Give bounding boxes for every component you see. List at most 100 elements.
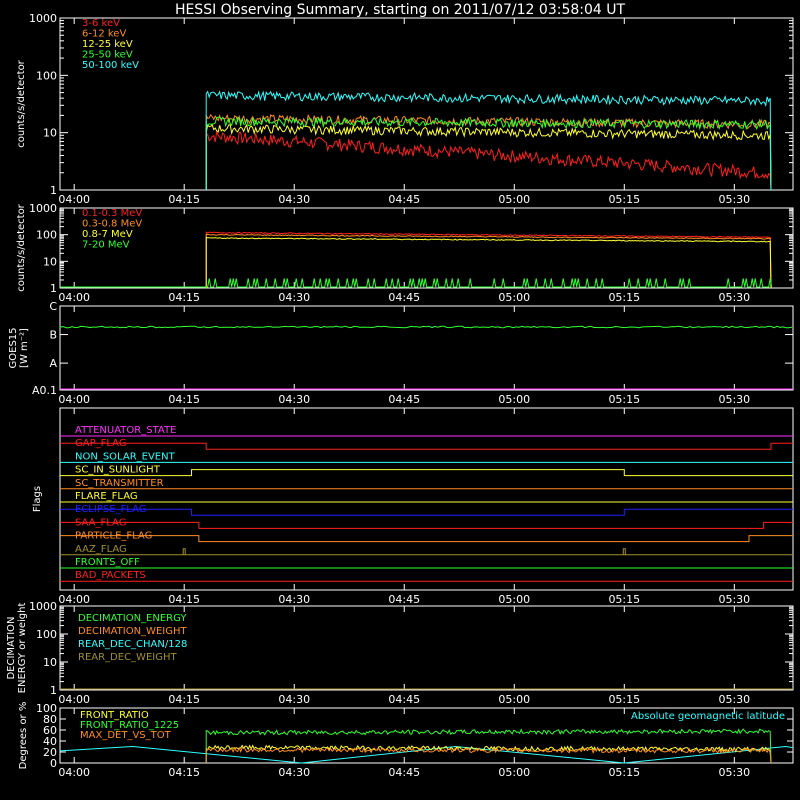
panel_goes: 04:00 04:15 04:30 04:45 05:00 05:15 05:30 A0.1 A… — [8, 300, 794, 406]
x-tick-label: 04:30 — [278, 766, 310, 779]
legend-entry: 0.1-0.3 MeV — [82, 208, 142, 219]
flag-label: AAZ_FLAG — [75, 544, 127, 555]
flag-label: SC_TRANSMITTER — [75, 478, 164, 489]
flag-line — [60, 548, 793, 556]
x-tick-label: 05:30 — [718, 193, 750, 206]
series-line — [205, 744, 772, 764]
plot-frame — [59, 305, 794, 391]
series-line — [205, 728, 772, 764]
legend-entry: 12-25 keV — [82, 39, 133, 50]
x-tick-label: 05:15 — [608, 193, 640, 206]
y-tick-label: 1000 — [29, 202, 57, 215]
legend-entry: 25-50 keV — [82, 50, 133, 61]
x-tick-label: 05:15 — [608, 766, 640, 779]
x-tick-label: 04:00 — [58, 766, 90, 779]
x-tick-label: 04:30 — [278, 693, 310, 706]
panel_high: 04:00 04:15 04:30 04:45 05:00 05:15 05:30 1 10 10… — [16, 202, 794, 304]
flag-line — [60, 521, 793, 529]
panel_decim: 04:00 04:15 04:30 04:45 05:00 05:15 05:30 1 10 10… — [6, 600, 794, 706]
flag-label: FRONTS_OFF — [75, 557, 140, 568]
chart-title: HESSI Observing Summary, starting on 201… — [175, 2, 626, 18]
flag-label: NON_SOLAR_EVENT — [75, 451, 176, 462]
x-tick-label: 05:15 — [608, 693, 640, 706]
x-tick-label: 05:00 — [498, 193, 530, 206]
legend-entry: 0.3-0.8 MeV — [82, 219, 142, 230]
legend-entry: 3-6 keV — [82, 18, 120, 29]
series-line — [205, 90, 772, 191]
y-tick-label: C — [49, 300, 57, 313]
y-axis-label: Degrees or % — [18, 702, 29, 770]
y-tick-label: 100 — [36, 69, 57, 82]
y-tick-label: 100 — [36, 702, 57, 715]
x-tick-label: 04:45 — [388, 593, 420, 606]
series-line — [60, 278, 773, 288]
legend-entry: REAR_DEC_WEIGHT — [78, 652, 177, 663]
y-tick-label: 10 — [43, 127, 57, 140]
y-axis-label: counts/s/detector — [16, 203, 27, 291]
x-tick-label: 04:00 — [58, 291, 90, 304]
legend-entry: 0.8-7 MeV — [82, 229, 133, 240]
x-tick-label: 04:45 — [388, 193, 420, 206]
plot-frame — [59, 207, 794, 289]
x-tick-label: 04:30 — [278, 393, 310, 406]
flag-label: SC_IN_SUNLIGHT — [75, 465, 161, 476]
legend-entry: DECIMATION_ENERGY — [78, 613, 187, 624]
legend-entry: REAR_DEC_CHAN/128 — [78, 639, 187, 650]
y-tick-label: A0.1 — [32, 384, 57, 397]
x-tick-label: 05:15 — [608, 291, 640, 304]
observing-summary-chart: HESSI Observing Summary, starting on 201… — [6, 2, 794, 779]
x-tick-label: 04:30 — [278, 593, 310, 606]
x-tick-label: 05:00 — [498, 291, 530, 304]
legend-entry: 7-20 MeV — [82, 240, 130, 251]
x-tick-label: 04:00 — [58, 693, 90, 706]
series-line — [205, 233, 772, 289]
x-tick-label: 04:45 — [388, 291, 420, 304]
x-tick-label: 04:45 — [388, 393, 420, 406]
flag-line — [60, 535, 793, 543]
x-tick-label: 04:00 — [58, 393, 90, 406]
y-tick-label: A — [49, 357, 57, 370]
x-tick-label: 04:30 — [278, 291, 310, 304]
series-line — [205, 123, 772, 191]
series-line — [205, 113, 772, 191]
x-tick-label: 04:30 — [278, 193, 310, 206]
flag-line — [60, 469, 793, 477]
annotation: Absolute geomagnetic latitude — [631, 711, 785, 722]
series-line — [205, 129, 772, 191]
y-tick-label: 1000 — [29, 12, 57, 25]
x-tick-label: 04:15 — [168, 693, 200, 706]
y-tick-label: 100 — [36, 229, 57, 242]
x-tick-label: 04:15 — [168, 291, 200, 304]
x-tick-label: 05:15 — [608, 593, 640, 606]
x-tick-label: 05:30 — [718, 766, 750, 779]
flag-label: ATTENUATOR_STATE — [75, 425, 176, 436]
flag-label: BAD_PACKETS — [75, 570, 146, 581]
y-tick-label: 1 — [50, 282, 57, 295]
legend-entry: 50-100 keV — [82, 60, 139, 71]
x-tick-label: 04:45 — [388, 766, 420, 779]
x-tick-label: 05:15 — [608, 393, 640, 406]
y-tick-label: 100 — [36, 628, 57, 641]
panel_flags: 04:00 04:15 04:30 04:45 05:00 05:15 05:30 Flags… — [32, 407, 794, 606]
series-line — [205, 116, 772, 191]
x-tick-label: 04:15 — [168, 766, 200, 779]
y-axis-label: Flags — [32, 486, 43, 512]
x-tick-label: 05:30 — [718, 593, 750, 606]
series-line — [59, 325, 793, 329]
x-tick-label: 04:15 — [168, 593, 200, 606]
panel_ratio: 04:00 04:15 04:30 04:45 05:00 05:15 05:3002040… — [18, 702, 794, 779]
y-tick-label: 10 — [43, 656, 57, 669]
x-tick-label: 05:30 — [718, 393, 750, 406]
flag-line — [60, 508, 793, 516]
y-tick-label: 10 — [43, 255, 57, 268]
x-tick-label: 04:15 — [168, 393, 200, 406]
x-tick-label: 05:30 — [718, 693, 750, 706]
y-axis-label: DECIMATIONENERGY or weight — [6, 603, 28, 694]
y-tick-label: 1 — [50, 684, 57, 697]
y-tick-label: 1 — [50, 184, 57, 197]
x-tick-label: 05:00 — [498, 693, 530, 706]
x-tick-label: 04:00 — [58, 193, 90, 206]
y-tick-label: B — [49, 329, 57, 342]
x-tick-label: 05:00 — [498, 766, 530, 779]
x-tick-label: 04:45 — [388, 693, 420, 706]
